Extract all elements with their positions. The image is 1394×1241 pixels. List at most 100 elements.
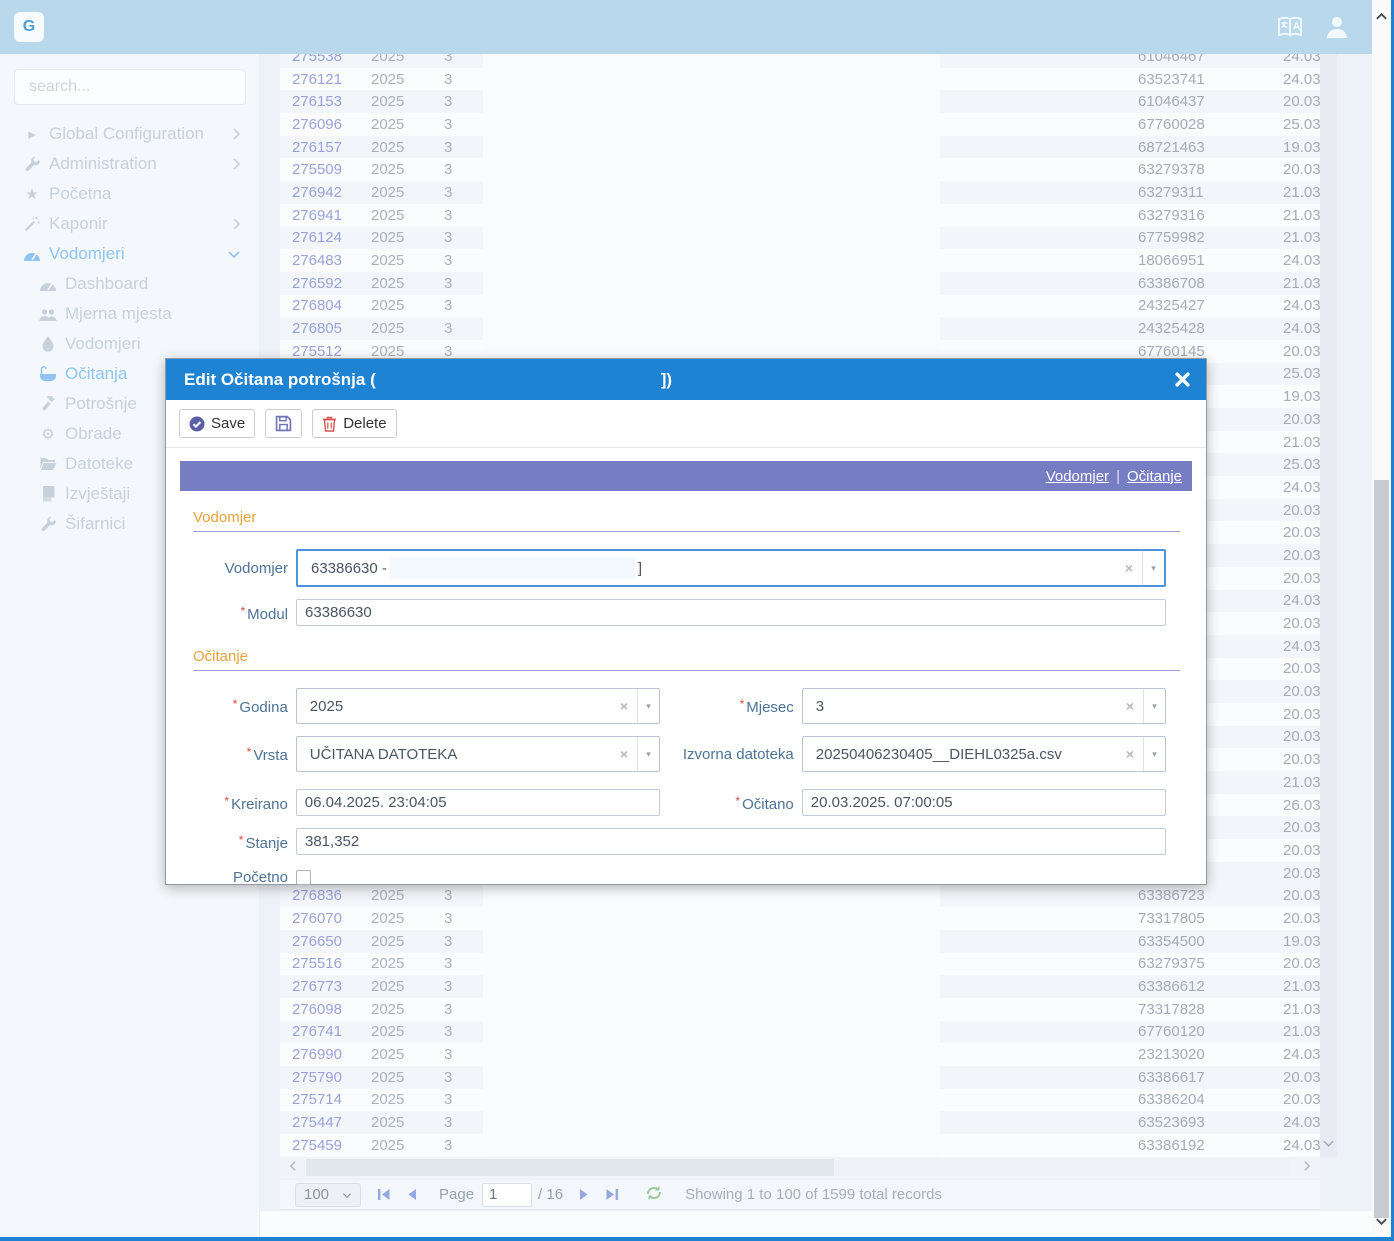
first-page-button[interactable] bbox=[377, 1188, 391, 1201]
page-number-input[interactable] bbox=[482, 1183, 532, 1207]
nav-link-ocitanje[interactable]: Očitanje bbox=[1127, 468, 1182, 485]
record-id-link[interactable]: 275447 bbox=[280, 1114, 342, 1131]
dropdown-caret-icon[interactable]: ▾ bbox=[1143, 737, 1165, 771]
refresh-icon[interactable] bbox=[645, 1185, 663, 1205]
dropdown-caret-icon[interactable]: ▾ bbox=[1142, 551, 1164, 585]
record-year: 2025 bbox=[371, 93, 407, 110]
user-icon[interactable] bbox=[1326, 15, 1348, 39]
record-id-link[interactable]: 276157 bbox=[280, 139, 342, 156]
record-id-link[interactable]: 276942 bbox=[280, 184, 342, 201]
record-date: 20.03 bbox=[1283, 819, 1320, 836]
record-id-link[interactable]: 276805 bbox=[280, 320, 342, 337]
record-id-link[interactable]: 276773 bbox=[280, 978, 342, 995]
record-id-link[interactable]: 276836 bbox=[280, 887, 342, 904]
chevron-down-icon[interactable] bbox=[1322, 1135, 1335, 1153]
record-year: 2025 bbox=[371, 207, 407, 224]
scroll-up-icon[interactable] bbox=[1375, 8, 1388, 26]
record-year: 2025 bbox=[371, 161, 407, 178]
vrsta-combobox[interactable]: UČITANA DATOTEKA × ▾ bbox=[296, 736, 660, 772]
stanje-input[interactable] bbox=[296, 828, 1166, 855]
record-id-link[interactable]: 276990 bbox=[280, 1046, 342, 1063]
hscroll-track[interactable] bbox=[306, 1159, 1290, 1176]
page-scrollbar[interactable] bbox=[1372, 0, 1391, 1237]
record-id-link[interactable]: 276070 bbox=[280, 910, 342, 927]
record-id-link[interactable]: 276741 bbox=[280, 1023, 342, 1040]
nav-link-vodomjer[interactable]: Vodomjer bbox=[1046, 468, 1109, 485]
clear-icon[interactable]: × bbox=[611, 698, 637, 714]
izvorna-datoteka-combobox[interactable]: 20250406230405__DIEHL0325a.csv × ▾ bbox=[802, 736, 1166, 772]
sidebar-item-administration[interactable]: Administration bbox=[0, 149, 259, 179]
previous-page-button[interactable] bbox=[407, 1188, 417, 1201]
record-id-link[interactable]: 276153 bbox=[280, 93, 342, 110]
record-id-link[interactable]: 275538 bbox=[280, 54, 342, 65]
record-year: 2025 bbox=[371, 1046, 407, 1063]
record-date: 24.03 bbox=[1283, 1114, 1320, 1131]
godina-combobox[interactable]: 2025 × ▾ bbox=[296, 688, 660, 724]
save-icon-button[interactable] bbox=[265, 409, 302, 438]
record-month: 3 bbox=[444, 1091, 456, 1108]
hscroll-thumb[interactable] bbox=[306, 1159, 834, 1176]
delete-button[interactable]: Delete bbox=[312, 409, 396, 438]
sidebar-item-dashboard[interactable]: Dashboard bbox=[0, 269, 259, 299]
table-vertical-scrollbar[interactable] bbox=[1320, 54, 1337, 1157]
record-id-link[interactable]: 276098 bbox=[280, 1001, 342, 1018]
record-id-link[interactable]: 275790 bbox=[280, 1069, 342, 1086]
record-date: 21.03 bbox=[1283, 184, 1320, 201]
clear-icon[interactable]: × bbox=[611, 746, 637, 762]
record-id-link[interactable]: 275509 bbox=[280, 161, 342, 178]
sidebar-item-vodomjeri-sub[interactable]: Vodomjeri bbox=[0, 329, 259, 359]
modul-input[interactable] bbox=[296, 599, 1166, 626]
record-month: 3 bbox=[444, 933, 456, 950]
sidebar-item-mjerna-mjesta[interactable]: Mjerna mjesta bbox=[0, 299, 259, 329]
dropdown-caret-icon[interactable]: ▾ bbox=[637, 737, 659, 771]
pocetno-checkbox[interactable] bbox=[296, 870, 311, 885]
dropdown-caret-icon[interactable]: ▾ bbox=[1143, 689, 1165, 723]
scroll-left-icon[interactable] bbox=[280, 1159, 306, 1177]
save-button[interactable]: Save bbox=[179, 409, 255, 438]
translate-icon[interactable] bbox=[1276, 14, 1304, 40]
record-id-link[interactable]: 276124 bbox=[280, 229, 342, 246]
chevron-right-icon bbox=[232, 157, 241, 171]
dropdown-caret-icon[interactable]: ▾ bbox=[637, 689, 659, 723]
record-id-link[interactable]: 275714 bbox=[280, 1091, 342, 1108]
record-id-link[interactable]: 276096 bbox=[280, 116, 342, 133]
record-id-link[interactable]: 276483 bbox=[280, 252, 342, 269]
record-year: 2025 bbox=[371, 1023, 407, 1040]
app-header: G bbox=[0, 0, 1372, 54]
record-meter-number: 63523693 bbox=[1138, 1114, 1208, 1131]
page-scrollbar-thumb[interactable] bbox=[1374, 480, 1389, 1218]
record-id-link[interactable]: 275459 bbox=[280, 1137, 342, 1154]
record-month: 3 bbox=[444, 978, 456, 995]
mjesec-combobox[interactable]: 3 × ▾ bbox=[802, 688, 1166, 724]
sidebar-item-vodomjeri[interactable]: Vodomjeri bbox=[0, 239, 259, 269]
record-date: 25.03 bbox=[1283, 456, 1320, 473]
chevron-right-icon bbox=[232, 127, 241, 141]
last-page-button[interactable] bbox=[605, 1188, 619, 1201]
ocitano-input[interactable] bbox=[802, 789, 1166, 816]
sidebar-item-kaponir[interactable]: Kaponir bbox=[0, 209, 259, 239]
ocitano-label: *Očitano bbox=[674, 793, 794, 813]
vodomjer-combobox[interactable]: 63386630 -] × ▾ bbox=[296, 549, 1166, 587]
kreirano-input[interactable] bbox=[296, 789, 660, 816]
sidebar-item-global-configuration[interactable]: ▸ Global Configuration bbox=[0, 119, 259, 149]
record-id-link[interactable]: 276650 bbox=[280, 933, 342, 950]
record-id-link[interactable]: 276592 bbox=[280, 275, 342, 292]
clear-icon[interactable]: × bbox=[1116, 560, 1142, 576]
record-year: 2025 bbox=[371, 275, 407, 292]
chevron-down-icon bbox=[227, 250, 241, 259]
scroll-down-icon[interactable] bbox=[1375, 1213, 1388, 1231]
search-input[interactable] bbox=[14, 69, 246, 105]
page-size-select[interactable]: 100 bbox=[295, 1183, 361, 1207]
record-meter-number: 73317828 bbox=[1138, 1001, 1208, 1018]
sidebar-item-pocetna[interactable]: ★ Početna bbox=[0, 179, 259, 209]
clear-icon[interactable]: × bbox=[1117, 746, 1143, 762]
record-id-link[interactable]: 275516 bbox=[280, 955, 342, 972]
scroll-right-icon[interactable] bbox=[1294, 1159, 1320, 1177]
app-logo[interactable]: G bbox=[14, 12, 44, 42]
record-id-link[interactable]: 276804 bbox=[280, 297, 342, 314]
clear-icon[interactable]: × bbox=[1117, 698, 1143, 714]
close-icon[interactable] bbox=[1175, 372, 1190, 387]
record-id-link[interactable]: 276941 bbox=[280, 207, 342, 224]
record-id-link[interactable]: 276121 bbox=[280, 71, 342, 88]
next-page-button[interactable] bbox=[579, 1188, 589, 1201]
